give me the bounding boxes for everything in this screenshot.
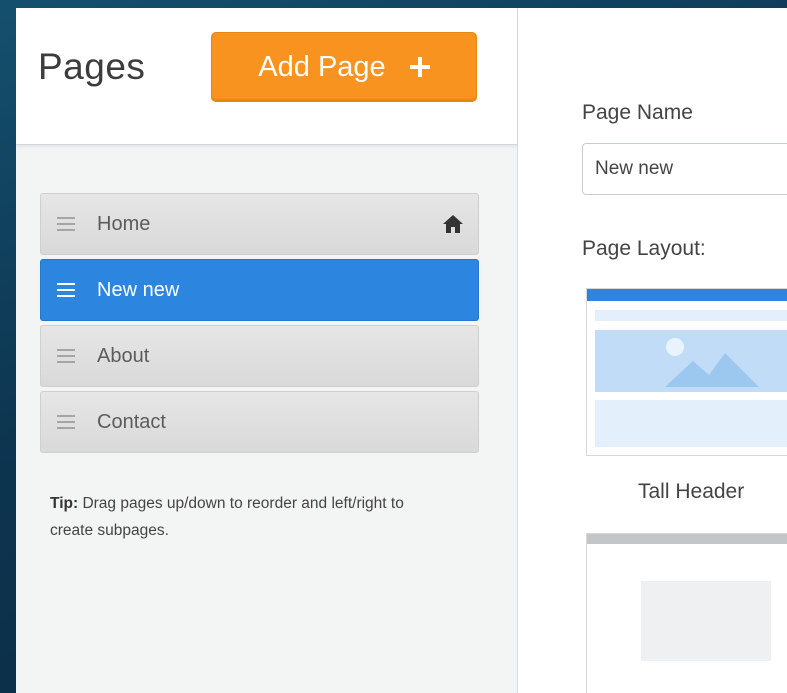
sidebar-header: Pages Add Page <box>16 8 517 145</box>
drag-handle-icon[interactable] <box>57 415 75 429</box>
layout-preview-header-bar <box>587 289 787 301</box>
page-name-input[interactable] <box>582 143 787 195</box>
page-item-new-new[interactable]: New new <box>40 259 479 321</box>
drag-handle-icon[interactable] <box>57 217 75 231</box>
drag-handle-icon[interactable] <box>57 349 75 363</box>
tip-prefix: Tip: <box>50 495 79 512</box>
page-item-label: About <box>97 344 150 367</box>
layout-preview-row <box>595 310 787 321</box>
pages-panel: Pages Add Page Home New new About Contac… <box>16 8 787 693</box>
layout-preview-row <box>595 400 787 447</box>
layout-caption: Tall Header <box>638 480 745 503</box>
home-icon <box>443 215 463 233</box>
page-item-about[interactable]: About <box>40 325 479 387</box>
layout-preview-header-bar <box>587 534 787 544</box>
page-title: Pages <box>38 46 146 87</box>
add-page-button[interactable]: Add Page <box>211 32 477 102</box>
page-item-label: New new <box>97 278 180 301</box>
page-item-label: Contact <box>97 410 166 433</box>
layout-option-2[interactable] <box>586 533 787 693</box>
page-list: Home New new About Contact <box>40 193 479 457</box>
layout-preview-block <box>641 581 771 661</box>
page-item-label: Home <box>97 212 151 235</box>
page-item-home[interactable]: Home <box>40 193 479 255</box>
page-layout-label: Page Layout: <box>582 237 706 260</box>
plus-icon <box>409 57 430 77</box>
reorder-tip: Tip: Drag pages up/down to reorder and l… <box>50 490 450 544</box>
pages-sidebar: Pages Add Page Home New new About Contac… <box>16 8 518 693</box>
layout-option-tall-header[interactable] <box>586 288 787 456</box>
page-settings: Page Name Page Layout: Tall Header <box>518 8 787 693</box>
page-name-label: Page Name <box>582 101 693 124</box>
tip-text: Drag pages up/down to reorder and left/r… <box>50 495 404 539</box>
add-page-button-label: Add Page <box>258 50 386 83</box>
page-item-contact[interactable]: Contact <box>40 391 479 453</box>
drag-handle-icon[interactable] <box>57 283 75 297</box>
image-placeholder-icon <box>665 338 759 387</box>
